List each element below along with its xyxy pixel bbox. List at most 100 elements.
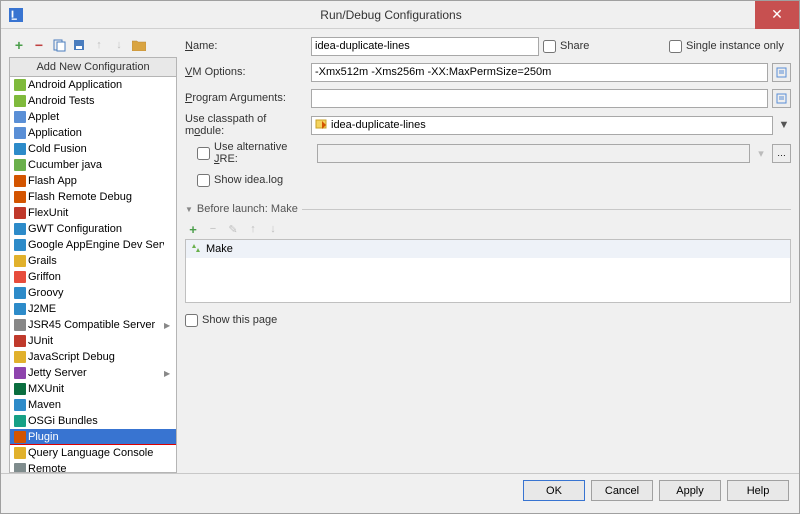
make-icon <box>190 242 202 257</box>
sidebar-toolbar: + − ↑ ↓ <box>9 35 177 57</box>
config-type-icon <box>12 382 28 396</box>
task-remove-button[interactable]: − <box>205 221 221 237</box>
config-type-item[interactable]: Jetty Server▶ <box>10 365 176 381</box>
show-idea-log-checkbox[interactable]: Show idea.log <box>197 174 319 187</box>
config-type-icon <box>12 222 28 236</box>
single-instance-checkbox[interactable]: Single instance only <box>669 40 791 53</box>
add-button[interactable]: + <box>11 37 27 53</box>
config-type-item[interactable]: MXUnit <box>10 381 176 397</box>
config-type-item[interactable]: Griffon <box>10 269 176 285</box>
program-args-expand-button[interactable] <box>772 89 791 108</box>
config-type-icon <box>12 126 28 140</box>
expand-icon: ▶ <box>164 321 174 330</box>
alt-jre-browse-button[interactable]: … <box>772 144 791 163</box>
config-type-label: Flash App <box>28 175 164 187</box>
classpath-label: Use classpath of module: <box>185 113 307 137</box>
cancel-button[interactable]: Cancel <box>591 480 653 501</box>
copy-button[interactable] <box>51 37 67 53</box>
share-checkbox[interactable]: Share <box>543 40 665 53</box>
classpath-value: idea-duplicate-lines <box>331 119 426 131</box>
vm-options-input[interactable] <box>311 63 768 82</box>
config-type-item[interactable]: Query Language Console <box>10 445 176 461</box>
config-type-item[interactable]: Cucumber java <box>10 157 176 173</box>
before-launch-toolbar: + − ✎ ↑ ↓ <box>185 219 791 239</box>
config-type-item[interactable]: J2ME <box>10 301 176 317</box>
config-type-item[interactable]: Grails <box>10 253 176 269</box>
config-type-item[interactable]: Plugin <box>10 429 176 445</box>
config-type-icon <box>12 398 28 412</box>
sidebar: + − ↑ ↓ Add New Configuration Android Ap… <box>9 35 177 473</box>
config-type-icon <box>12 158 28 172</box>
folder-button[interactable] <box>131 37 147 53</box>
section-collapse-icon[interactable]: ▼ <box>185 205 193 214</box>
config-type-item[interactable]: Maven <box>10 397 176 413</box>
config-type-item[interactable]: Applet <box>10 109 176 125</box>
config-type-item[interactable]: OSGi Bundles <box>10 413 176 429</box>
config-type-label: Applet <box>28 111 164 123</box>
name-input[interactable] <box>311 37 539 56</box>
window-title: Run/Debug Configurations <box>27 8 755 22</box>
expand-icon: ▶ <box>164 369 174 378</box>
config-type-item[interactable]: JavaScript Debug <box>10 349 176 365</box>
move-up-button[interactable]: ↑ <box>91 37 107 53</box>
close-button[interactable]: ✕ <box>755 1 799 29</box>
config-type-icon <box>12 110 28 124</box>
config-type-label: Groovy <box>28 287 164 299</box>
config-type-label: MXUnit <box>28 383 164 395</box>
form-panel: Name: Share Single instance only VM Opti… <box>185 35 791 473</box>
apply-button[interactable]: Apply <box>659 480 721 501</box>
config-type-label: OSGi Bundles <box>28 415 164 427</box>
config-type-icon <box>12 366 28 380</box>
config-type-item[interactable]: Flash App <box>10 173 176 189</box>
config-type-icon <box>12 190 28 204</box>
module-icon <box>315 118 327 133</box>
sidebar-header: Add New Configuration <box>9 57 177 77</box>
task-item-make[interactable]: Make <box>186 240 790 258</box>
config-type-icon <box>12 206 28 220</box>
config-type-item[interactable]: Android Application <box>10 77 176 93</box>
alt-jre-input <box>317 144 750 163</box>
program-args-input[interactable] <box>311 89 768 108</box>
config-type-item[interactable]: Android Tests <box>10 93 176 109</box>
config-type-tree[interactable]: Android ApplicationAndroid Tests Applet Ap… <box>9 77 177 473</box>
remove-button[interactable]: − <box>31 37 47 53</box>
vm-options-expand-button[interactable] <box>772 63 791 82</box>
task-add-button[interactable]: + <box>185 221 201 237</box>
config-type-icon <box>12 318 28 332</box>
config-type-label: Cucumber java <box>28 159 164 171</box>
config-type-item[interactable]: Application <box>10 125 176 141</box>
config-type-icon <box>12 350 28 364</box>
config-type-item[interactable]: GWT Configuration <box>10 221 176 237</box>
config-type-icon <box>12 286 28 300</box>
classpath-dropdown[interactable]: idea-duplicate-lines <box>311 116 773 135</box>
classpath-dropdown-arrow[interactable]: ▼ <box>777 119 791 131</box>
ok-button[interactable]: OK <box>523 480 585 501</box>
config-type-label: Jetty Server <box>28 367 164 379</box>
config-type-label: Maven <box>28 399 164 411</box>
help-button[interactable]: Help <box>727 480 789 501</box>
before-launch-task-list[interactable]: Make <box>185 239 791 303</box>
show-this-page-checkbox[interactable]: Show this page <box>185 314 307 327</box>
save-button[interactable] <box>71 37 87 53</box>
move-down-button[interactable]: ↓ <box>111 37 127 53</box>
config-type-icon <box>12 94 28 108</box>
program-args-label: Program Arguments: <box>185 92 307 104</box>
config-type-item[interactable]: Cold Fusion <box>10 141 176 157</box>
alt-jre-checkbox[interactable]: Use alternative JRE: <box>197 141 313 165</box>
task-up-button[interactable]: ↑ <box>245 221 261 237</box>
config-type-item[interactable]: Google AppEngine Dev Server <box>10 237 176 253</box>
task-down-button[interactable]: ↓ <box>265 221 281 237</box>
app-icon <box>5 4 27 26</box>
dialog-footer: OK Cancel Apply Help <box>1 473 799 507</box>
config-type-icon <box>12 446 28 460</box>
task-edit-button[interactable]: ✎ <box>225 221 241 237</box>
config-type-item[interactable]: Groovy <box>10 285 176 301</box>
config-type-label: Query Language Console <box>28 447 164 459</box>
config-type-label: Plugin <box>28 431 164 443</box>
config-type-item[interactable]: JSR45 Compatible Server▶ <box>10 317 176 333</box>
config-type-item[interactable]: FlexUnit <box>10 205 176 221</box>
config-type-label: Remote <box>28 463 164 473</box>
config-type-item[interactable]: Flash Remote Debug <box>10 189 176 205</box>
config-type-item[interactable]: Remote <box>10 461 176 473</box>
config-type-item[interactable]: JUnit <box>10 333 176 349</box>
